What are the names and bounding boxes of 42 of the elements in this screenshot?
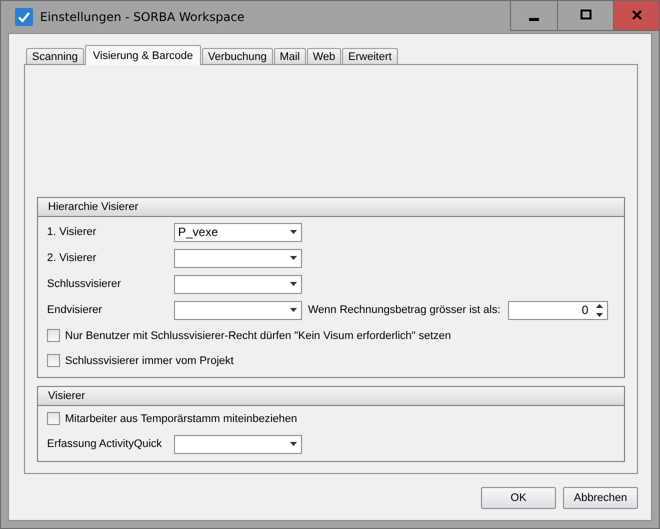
group-title: Hierarchie Visierer (48, 201, 138, 213)
dropdown[interactable] (174, 274, 302, 294)
tab[interactable]: Web (306, 48, 342, 64)
maximize-icon (580, 9, 592, 21)
dialog-button[interactable]: Abbrechen (563, 487, 638, 509)
caret-icon (290, 256, 297, 260)
field-label: 1. Visierer (47, 226, 98, 238)
spinner-arrows-icon (596, 304, 604, 316)
maximize-button[interactable] (557, 1, 613, 31)
caret-icon (290, 282, 297, 286)
checkbox-label: Schlussvisierer immer vom Projekt (65, 354, 234, 366)
field-label: Endvisierer (47, 304, 104, 316)
close-button[interactable] (613, 1, 659, 31)
field-label: 2. Visierer (47, 252, 98, 264)
checkbox[interactable] (47, 329, 60, 342)
checkbox-label: Nur Benutzer mit Schlussvisierer-Recht dürfen "Kein Visum erforderlich" setzen (65, 330, 452, 342)
tab[interactable]: Scanning (26, 48, 84, 64)
minimize-button[interactable] (510, 1, 557, 31)
caret-icon (290, 230, 297, 234)
field-label: Wenn Rechnungsbetrag grösser ist als: (308, 304, 500, 316)
field-label: Erfassung ActivityQuick (47, 438, 163, 450)
window-title: Einstellungen - SORBA Workspace (40, 10, 245, 24)
caret-icon (290, 442, 297, 446)
checkbox-label: Mitarbeiter aus Temporärstamm miteinbeziehen (65, 412, 298, 424)
checkbox[interactable] (47, 354, 60, 367)
tab[interactable]: Erweitert (342, 48, 398, 64)
tab[interactable]: Visierung & Barcode (84, 45, 201, 65)
number-field[interactable]: 0 (508, 300, 608, 320)
app-icon (15, 8, 33, 26)
caret-icon (290, 308, 297, 312)
dropdown[interactable]: P_vexe (174, 222, 302, 242)
tab[interactable]: Verbuchung (202, 48, 273, 64)
close-icon (630, 9, 642, 21)
dropdown[interactable] (174, 434, 302, 454)
dropdown[interactable] (174, 248, 302, 268)
minimize-icon (529, 18, 539, 20)
tab[interactable]: Mail (274, 48, 306, 64)
group-title: Visierer (48, 390, 86, 402)
field-label: Schlussvisierer (47, 278, 122, 290)
dropdown[interactable] (174, 300, 302, 320)
checkbox[interactable] (47, 412, 60, 425)
dialog-button[interactable]: OK (481, 487, 556, 509)
